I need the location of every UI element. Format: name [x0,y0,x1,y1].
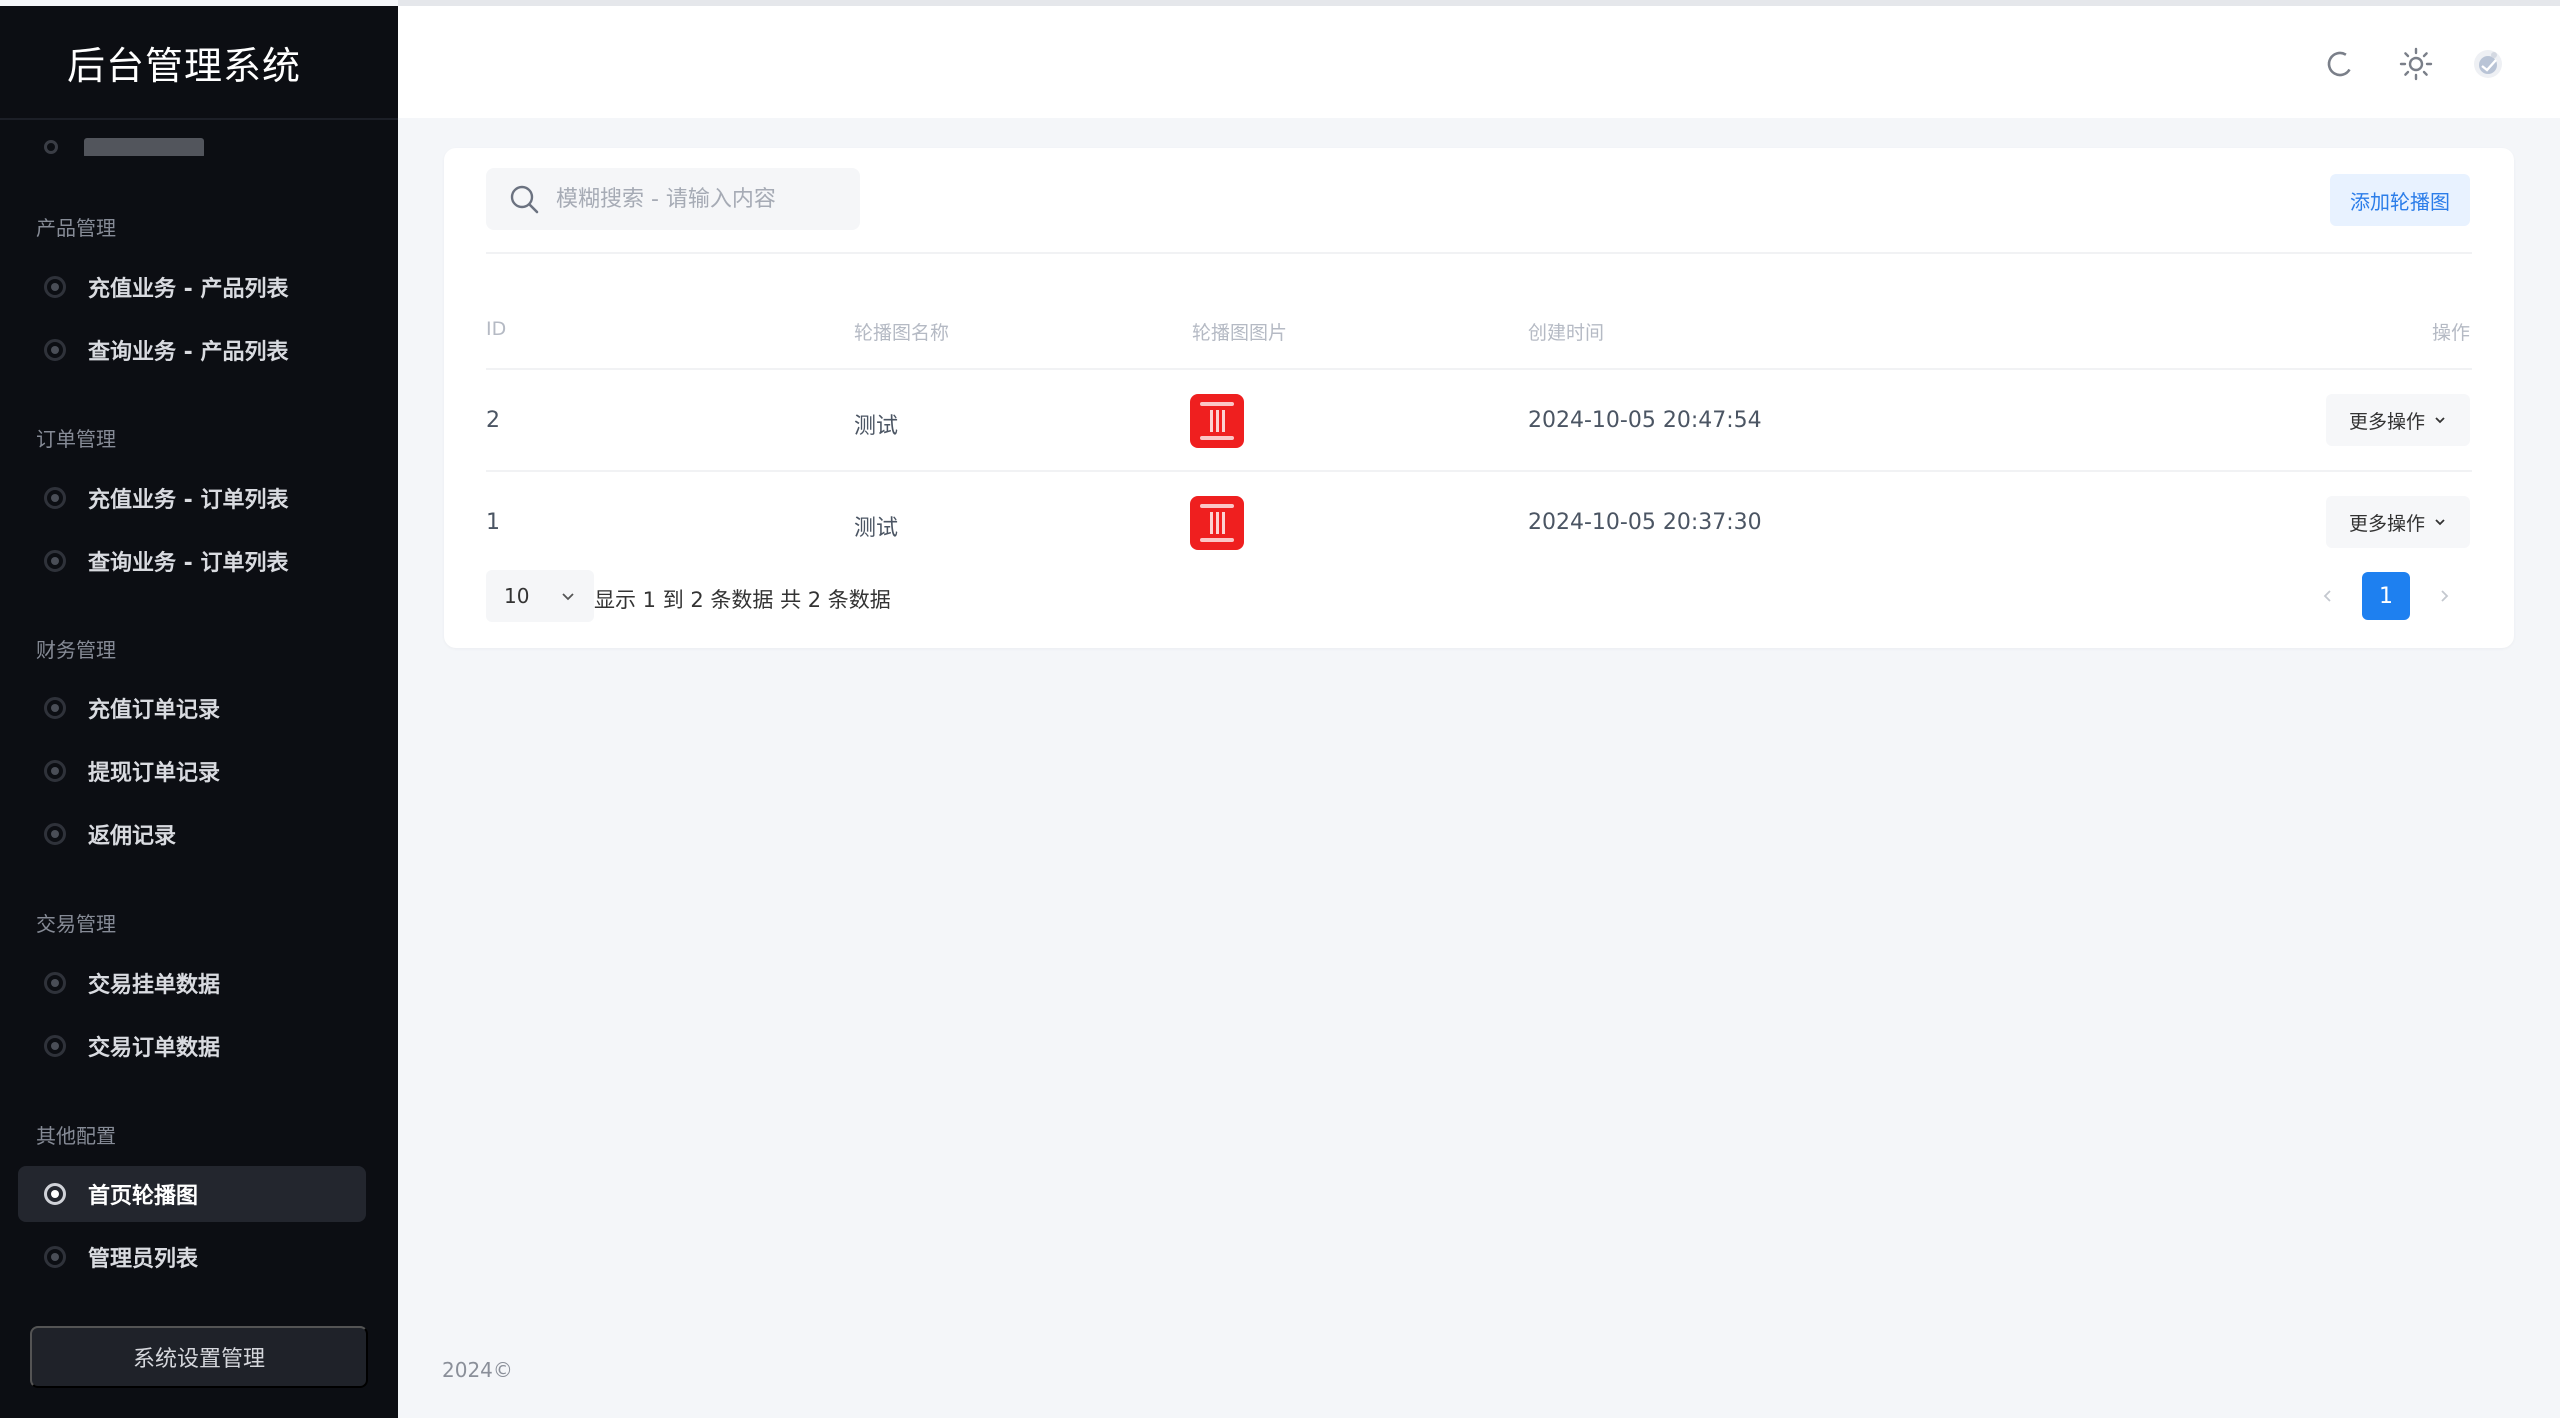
circle-dot-icon [44,1246,66,1268]
sidebar-item-label: 充值订单记录 [88,698,221,723]
column-header-image: 轮播图图片 [1192,322,1288,344]
cell-id: 1 [486,510,500,535]
scrolled-off-label [84,138,204,156]
pagination-info: 显示 1 到 2 条数据 共 2 条数据 [594,588,891,612]
circle-dot-icon [44,276,66,298]
divider [486,368,2472,370]
cell-name: 测试 [854,516,899,541]
sidebar-item-label: 首页轮播图 [88,1184,199,1209]
sidebar: 后台管理系统 产品管理 充值业务 - 产品列表 查询业务 - 产品列表 订单管理… [0,6,398,1418]
chevron-down-icon [562,593,574,601]
add-banner-button[interactable]: 添加轮播图 [2330,174,2470,226]
avatar[interactable] [2470,46,2506,82]
circle-dot-icon [44,550,66,572]
search-input[interactable] [556,186,836,212]
sidebar-item-recharge-orders[interactable]: 充值业务 - 订单列表 [18,470,366,526]
sidebar-item-label: 充值业务 - 订单列表 [88,488,289,513]
column-header-created: 创建时间 [1528,322,1605,344]
circle-dot-icon [44,339,66,361]
group-label-orders: 订单管理 [36,427,116,451]
column-header-name: 轮播图名称 [854,322,950,344]
system-settings-button[interactable]: 系统设置管理 [30,1326,368,1388]
theme-sun-icon[interactable] [2398,46,2434,82]
sidebar-item-recharge-records[interactable]: 充值订单记录 [18,680,366,736]
more-actions-button[interactable]: 更多操作 [2326,394,2470,446]
more-actions-button[interactable]: 更多操作 [2326,496,2470,548]
circle-dot-icon [44,972,66,994]
sidebar-item-label: 交易订单数据 [88,1036,221,1061]
chevron-down-icon [2435,519,2445,526]
sidebar-item-query-products[interactable]: 查询业务 - 产品列表 [18,322,366,378]
sidebar-item-recharge-products[interactable]: 充值业务 - 产品列表 [18,259,366,315]
cell-created: 2024-10-05 20:37:30 [1528,510,1762,535]
sidebar-item-label: 充值业务 - 产品列表 [88,277,289,302]
next-page-icon[interactable] [2430,582,2458,610]
group-label-finance: 财务管理 [36,638,116,662]
sidebar-item-home-banners[interactable]: 首页轮播图 [18,1166,366,1222]
divider [486,252,2472,254]
footer-copyright: 2024© [442,1358,513,1382]
sidebar-item-trade-listings[interactable]: 交易挂单数据 [18,955,366,1011]
circle-dot-icon [44,487,66,509]
sidebar-item-query-orders[interactable]: 查询业务 - 订单列表 [18,533,366,589]
column-header-actions: 操作 [2431,322,2470,344]
app-title: 后台管理系统 [66,43,301,88]
divider [486,470,2472,472]
circle-dot-icon [44,1183,66,1205]
more-actions-label: 更多操作 [2348,512,2425,535]
banner-thumbnail[interactable] [1190,394,1244,448]
sidebar-item-label: 管理员列表 [88,1247,199,1272]
group-label-trading: 交易管理 [36,912,116,936]
banner-thumbnail[interactable] [1190,496,1244,550]
circle-dot-icon [44,823,66,845]
more-actions-label: 更多操作 [2348,410,2425,433]
prev-page-icon[interactable] [2314,582,2342,610]
sidebar-item-partially-hidden[interactable] [36,128,256,156]
sidebar-item-label: 提现订单记录 [88,761,221,786]
sidebar-divider [0,118,398,120]
search-icon [510,185,539,214]
cell-name: 测试 [854,414,899,439]
sidebar-item-label: 查询业务 - 产品列表 [88,340,289,365]
group-label-product: 产品管理 [36,216,116,240]
sidebar-item-label: 查询业务 - 订单列表 [88,551,289,576]
search-box[interactable] [486,168,860,230]
group-label-other: 其他配置 [36,1124,116,1148]
sidebar-item-label: 返佣记录 [88,824,177,849]
sidebar-item-trade-orders[interactable]: 交易订单数据 [18,1018,366,1074]
chevron-down-icon [2435,417,2445,424]
page-button-current[interactable]: 1 [2362,572,2410,620]
cell-created: 2024-10-05 20:47:54 [1528,408,1762,433]
circle-dot-icon [44,760,66,782]
sidebar-item-label: 交易挂单数据 [88,973,221,998]
refresh-icon[interactable] [2322,46,2358,82]
sidebar-item-withdraw-records[interactable]: 提现订单记录 [18,743,366,799]
sidebar-item-admins[interactable]: 管理员列表 [18,1229,366,1285]
banner-list-card: 添加轮播图 ID 轮播图名称 轮播图图片 创建时间 操作 2 测试 2024-1… [444,148,2514,648]
circle-dot-icon [44,697,66,719]
sidebar-item-commission-records[interactable]: 返佣记录 [18,806,366,862]
circle-dot-icon [44,140,58,154]
page-size-select[interactable]: 10 [486,570,594,622]
top-bar [398,0,2560,118]
app-title-area: 后台管理系统 [0,6,398,118]
circle-dot-icon [44,1035,66,1057]
column-header-id: ID [486,318,507,340]
cell-id: 2 [486,408,500,433]
page-size-value: 10 [504,584,530,608]
